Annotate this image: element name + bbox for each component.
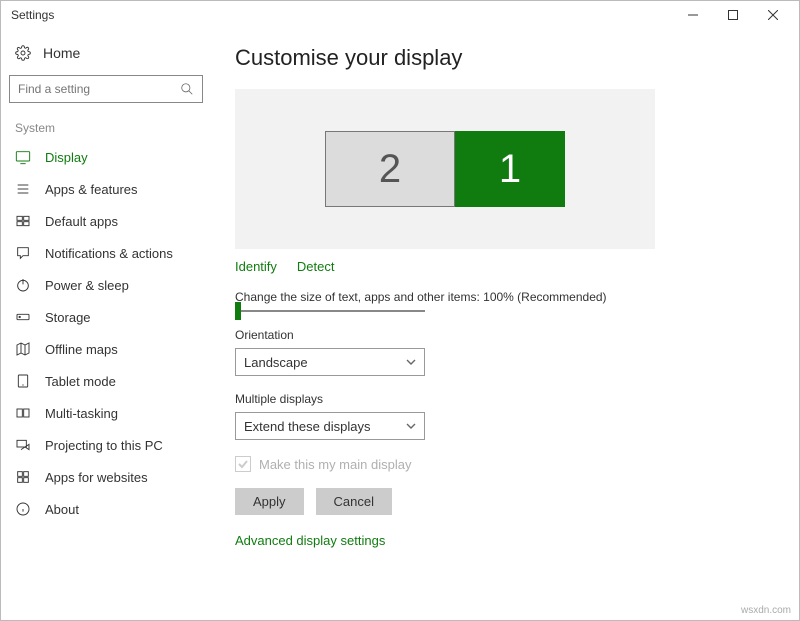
cancel-button[interactable]: Cancel [316,488,392,515]
gear-icon [15,45,31,61]
slider-thumb[interactable] [235,302,241,320]
sidebar-item-label: Default apps [45,214,118,229]
section-label: System [15,121,203,135]
sidebar-item-label: About [45,502,79,517]
notifications-icon [15,245,31,261]
search-field[interactable] [18,82,180,96]
titlebar: Settings [1,1,799,29]
orientation-label: Orientation [235,328,771,342]
apply-button[interactable]: Apply [235,488,304,515]
sidebar-item-default-apps[interactable]: Default apps [9,205,203,237]
project-icon [15,437,31,453]
home-label: Home [43,45,80,61]
multitask-icon [15,405,31,421]
sidebar-item-storage[interactable]: Storage [9,301,203,333]
sidebar-item-multitasking[interactable]: Multi-tasking [9,397,203,429]
sidebar-item-label: Offline maps [45,342,118,357]
minimize-button[interactable] [673,1,713,29]
detect-link[interactable]: Detect [297,259,335,274]
display-preview[interactable]: 2 1 [235,89,655,249]
multiple-displays-dropdown[interactable]: Extend these displays [235,412,425,440]
page-title: Customise your display [235,45,771,71]
sidebar-item-apps-websites[interactable]: Apps for websites [9,461,203,493]
home-button[interactable]: Home [9,39,203,75]
sidebar-item-label: Projecting to this PC [45,438,163,453]
default-apps-icon [15,213,31,229]
search-input[interactable] [9,75,203,103]
sidebar-item-label: Storage [45,310,91,325]
sidebar-item-label: Multi-tasking [45,406,118,421]
sidebar-item-about[interactable]: About [9,493,203,525]
apps-icon [15,181,31,197]
main-display-label: Make this my main display [259,457,411,472]
watermark: wsxdn.com [741,605,791,616]
display-icon [15,149,31,165]
tablet-icon [15,373,31,389]
sidebar-item-label: Power & sleep [45,278,129,293]
sidebar-item-label: Display [45,150,88,165]
text-size-label: Change the size of text, apps and other … [235,290,771,304]
sidebar-item-label: Apps & features [45,182,138,197]
sidebar-item-apps-features[interactable]: Apps & features [9,173,203,205]
storage-icon [15,309,31,325]
sidebar-item-display[interactable]: Display [9,141,203,173]
orientation-dropdown[interactable]: Landscape [235,348,425,376]
maximize-button[interactable] [713,1,753,29]
multiple-displays-label: Multiple displays [235,392,771,406]
sidebar-item-tablet-mode[interactable]: Tablet mode [9,365,203,397]
apps-web-icon [15,469,31,485]
sidebar-item-notifications[interactable]: Notifications & actions [9,237,203,269]
chevron-down-icon [406,421,416,431]
sidebar-item-power-sleep[interactable]: Power & sleep [9,269,203,301]
search-icon [180,82,194,96]
power-icon [15,277,31,293]
orientation-value: Landscape [244,355,308,370]
sidebar-item-projecting[interactable]: Projecting to this PC [9,429,203,461]
sidebar-item-label: Tablet mode [45,374,116,389]
advanced-settings-link[interactable]: Advanced display settings [235,533,771,548]
sidebar-item-label: Notifications & actions [45,246,173,261]
sidebar-item-offline-maps[interactable]: Offline maps [9,333,203,365]
monitor-1[interactable]: 1 [455,131,565,207]
checkbox-icon [235,456,251,472]
text-size-slider[interactable] [235,310,425,312]
main-panel: Customise your display 2 1 Identify Dete… [211,29,799,620]
maps-icon [15,341,31,357]
close-button[interactable] [753,1,793,29]
about-icon [15,501,31,517]
sidebar: Home System Display Apps & features Defa… [1,29,211,620]
multiple-displays-value: Extend these displays [244,419,370,434]
monitor-2[interactable]: 2 [325,131,455,207]
identify-link[interactable]: Identify [235,259,277,274]
sidebar-item-label: Apps for websites [45,470,148,485]
chevron-down-icon [406,357,416,367]
window-title: Settings [11,8,54,22]
main-display-checkbox: Make this my main display [235,456,771,472]
